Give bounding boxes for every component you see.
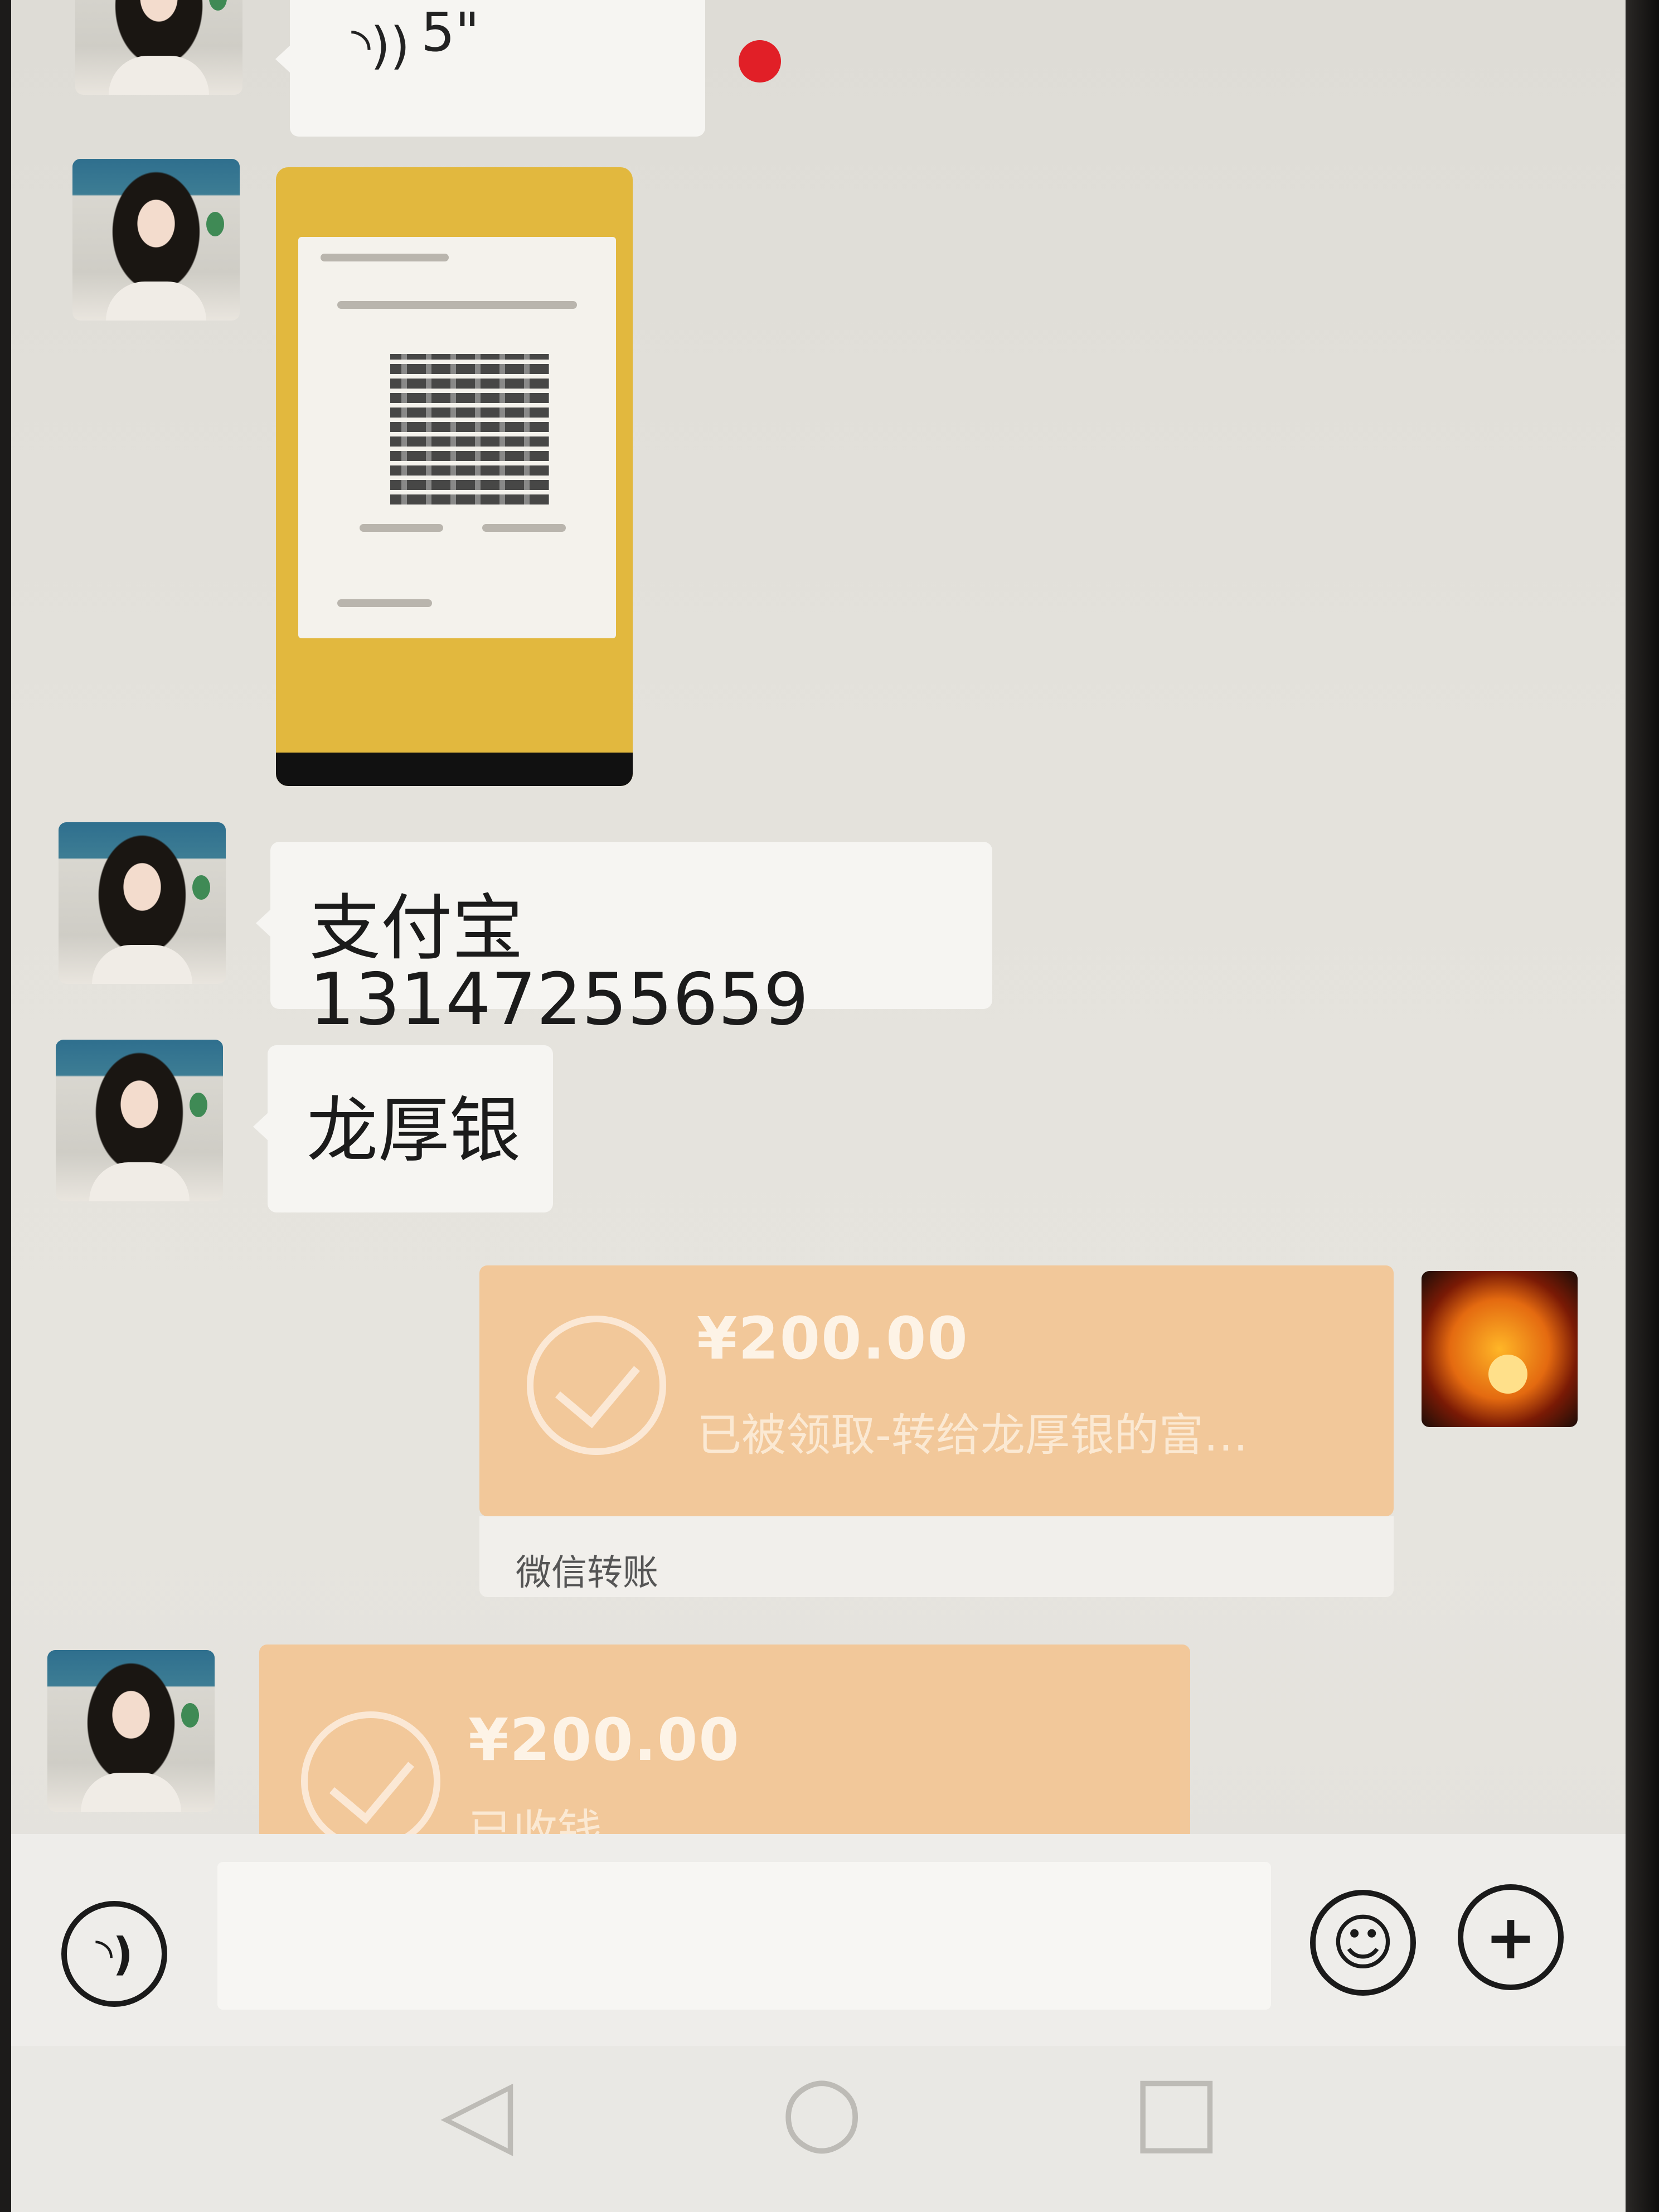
contact-avatar[interactable]	[47, 1650, 215, 1812]
text-message-bubble[interactable]: 龙厚银	[253, 1045, 553, 1212]
contact-avatar[interactable]	[75, 0, 242, 95]
plus-circle-icon: +	[1485, 1901, 1537, 1973]
message-input[interactable]	[217, 1862, 1271, 2010]
transfer-status: 已被领取-转给龙厚银的富…	[697, 1409, 1248, 1461]
chat-screen: ◝)) 5" 支付宝 13147255659 龙厚银 ¥200.00 已被领取-…	[11, 0, 1628, 2212]
emoji-button[interactable]: ☺	[1310, 1890, 1416, 1996]
check-circle-icon	[301, 1711, 440, 1851]
recent-square-icon[interactable]: □	[1132, 2054, 1221, 2165]
more-button[interactable]: +	[1458, 1884, 1564, 1990]
image-message[interactable]	[276, 167, 633, 786]
phone-edge	[1626, 0, 1659, 2212]
voice-duration: 5"	[421, 1, 480, 64]
contact-avatar[interactable]	[72, 159, 240, 321]
voice-wave-icon: ◝))	[351, 17, 410, 75]
text-message-bubble[interactable]: 支付宝 13147255659	[256, 842, 992, 1036]
voice-input-icon: ◝)	[95, 1928, 133, 1980]
alipay-account-text: 支付宝 13147255659	[309, 887, 809, 1041]
sent-transfer-card[interactable]: ¥200.00 已被领取-转给龙厚银的富…	[479, 1265, 1394, 1516]
transfer-footer: 微信转账	[479, 1516, 1394, 1597]
transfer-amount: ¥200.00	[468, 1706, 740, 1774]
qr-code-image	[390, 354, 549, 505]
home-circle-icon[interactable]: ○	[780, 2054, 863, 2165]
my-avatar[interactable]	[1422, 1271, 1578, 1427]
received-transfer-card[interactable]: ¥200.00 已收钱	[259, 1645, 1190, 1857]
name-text: 龙厚银	[307, 1089, 521, 1172]
unread-dot	[739, 40, 781, 83]
qr-code-card	[298, 237, 616, 638]
contact-avatar[interactable]	[56, 1040, 223, 1201]
contact-avatar[interactable]	[59, 822, 226, 984]
system-nav-bar: ◁ ○ □	[11, 2046, 1628, 2212]
check-circle-icon	[527, 1316, 666, 1455]
input-bar: ◝) ☺ +	[11, 1834, 1628, 2046]
voice-input-button[interactable]: ◝)	[61, 1901, 167, 2007]
back-triangle-icon[interactable]: ◁	[440, 2057, 513, 2167]
voice-message-bubble[interactable]: ◝)) 5"	[275, 0, 705, 137]
emoji-icon: ☺	[1331, 1907, 1395, 1978]
transfer-amount: ¥200.00	[697, 1304, 969, 1372]
